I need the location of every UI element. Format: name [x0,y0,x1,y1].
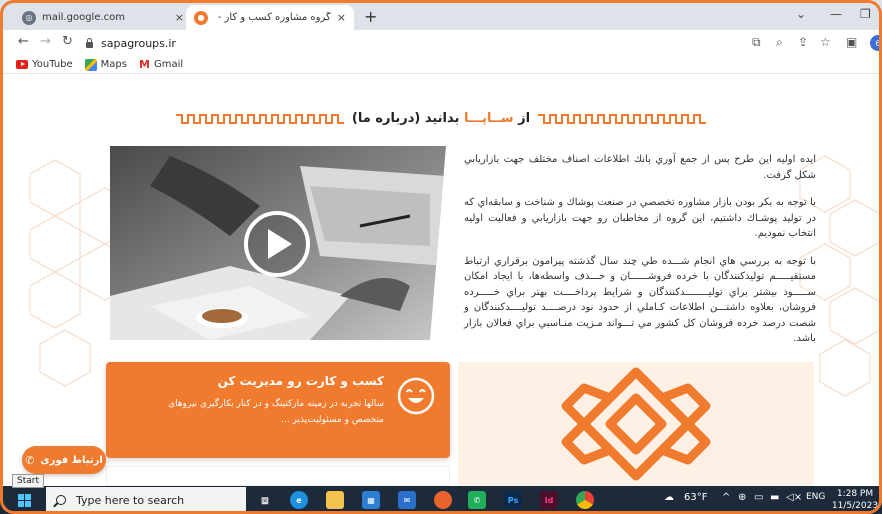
browser-toolbar: ← → ↻ sapagroups.ir ⧉ ⌕ ⇪ ☆ ▣ 6 [0,30,882,56]
web-page: از ســاپـــا بدانید (درباره ما) ايده اول… [0,74,882,486]
weather-temp[interactable]: 63°F [684,492,707,503]
tab-sapa[interactable]: ● گروه مشاوره کسب و کار - ساپـا | × [186,5,354,30]
bookmarks-bar: YouTube Maps M Gmail [0,56,882,74]
forward-icon[interactable]: → [40,34,51,49]
store-icon[interactable]: ▦ [362,491,380,509]
zigzag-decoration-left [175,114,344,124]
maps-icon [84,58,97,71]
new-tab-button[interactable]: + [364,7,377,26]
whatsapp-icon[interactable]: ✆ [468,491,486,509]
zigzag-decoration-right [538,114,707,124]
profile-avatar[interactable]: 6 [870,35,882,51]
zoom-icon[interactable]: ⌕ [776,35,783,50]
section-heading: از ســاپـــا بدانید (درباره ما) [0,106,882,130]
globe-icon: ◎ [22,10,36,25]
windows-taskbar: Type here to search ⧈ e ▦ ✉ ✆ Ps Id ☁ 63… [0,486,882,514]
endless-knot-icon [561,367,711,481]
page-title: از ســاپـــا بدانید (درباره ما) [352,111,530,126]
intro-video[interactable] [110,146,446,340]
file-explorer-icon[interactable] [326,491,344,509]
system-clock[interactable]: 1:28 PM 11/5/2023 [830,488,880,512]
weather-icon[interactable]: ☁ [664,492,674,503]
about-paragraph: با توجه به بكر بودن بازار مشاوره تخصصي د… [464,197,816,239]
bookmark-label: Gmail [153,59,184,70]
tab-strip: ◎ mail.google.com × ● گروه مشاوره کسب و … [0,0,882,30]
gmail-icon: M [139,58,150,71]
play-icon [268,229,292,259]
reload-icon[interactable]: ↻ [62,34,73,49]
address-bar[interactable]: sapagroups.ir [86,33,746,53]
about-paragraph: ايده اوليه اين طرح پس از جمع آوري بانك ا… [464,154,816,181]
sapa-favicon-icon: ● [194,10,208,25]
about-text: ايده اوليه اين طرح پس از جمع آوري بانك ا… [464,152,816,359]
tab-search-icon[interactable]: ⌄ [796,7,806,21]
card-description: سالها تجربه در زمینه مارکتینگ و در کنار … [168,399,384,425]
translate-icon[interactable]: ⧉ [752,35,761,50]
smile-eyes-icon [397,377,435,415]
start-tooltip: Start [12,474,44,488]
photoshop-icon[interactable]: Ps [504,491,522,509]
share-icon[interactable]: ⇪ [798,35,808,49]
battery-icon[interactable]: ▬ [770,492,779,503]
youtube-icon [16,60,28,69]
search-placeholder: Type here to search [76,493,185,507]
bookmark-label: Maps [100,59,127,70]
close-tab-icon[interactable]: × [175,11,184,24]
search-icon [56,495,66,505]
network-icon[interactable]: ⊕ [738,492,746,503]
about-paragraph: با توجه به بررسي هاي انجام شـــده طي چند… [464,255,816,345]
heading-suffix: بدانید (درباره ما) [351,110,464,126]
card-footer-strip [106,466,450,486]
bookmark-gmail[interactable]: M Gmail [139,58,183,71]
feature-card[interactable]: کسب و کارت رو مدیریت کن سالها تجربه در ز… [106,362,450,458]
tray-chevron-icon[interactable]: ^ [722,492,730,503]
close-tab-icon[interactable]: × [337,11,346,24]
taskbar-search-input[interactable]: Type here to search [46,487,246,513]
edge-icon[interactable]: e [290,491,308,509]
volume-icon[interactable]: ◁× [786,492,802,503]
bookmark-maps[interactable]: Maps [84,58,127,71]
indesign-icon[interactable]: Id [540,491,558,509]
bookmark-youtube[interactable]: YouTube [16,59,73,70]
card-title: کسب و کارت رو مدیریت کن [217,374,384,388]
heading-prefix: از [513,110,531,126]
heading-accent: ســاپـــا [463,110,514,126]
lock-icon [86,38,93,48]
quick-contact-button[interactable]: ارتباط فوری ✆ [22,446,106,474]
tab-gmail[interactable]: ◎ mail.google.com × [14,5,192,30]
minimize-icon[interactable]: — [830,7,842,21]
url-text: sapagroups.ir [101,36,176,50]
windows-start-icon[interactable] [18,494,31,507]
device-icon[interactable]: ▭ [754,492,763,503]
restore-icon[interactable]: ❐ [860,7,871,21]
back-icon[interactable]: ← [18,34,29,49]
task-view-icon[interactable]: ⧈ [256,491,274,509]
language-indicator[interactable]: ENG [806,492,825,502]
side-panel-icon[interactable]: ▣ [846,35,857,49]
phone-icon: ✆ [25,453,35,467]
chrome-icon[interactable] [570,491,600,514]
tab-title: mail.google.com [42,12,126,23]
play-button[interactable] [244,211,310,277]
firefox-icon[interactable] [434,491,452,509]
mail-icon[interactable]: ✉ [398,491,416,509]
clock-time: 1:28 PM [836,489,874,499]
fab-label: ارتباط فوری [40,454,103,466]
tab-title: گروه مشاوره کسب و کار - ساپـا | [214,12,331,23]
bookmark-label: YouTube [32,59,73,70]
bookmark-star-icon[interactable]: ☆ [820,35,831,49]
clock-date: 11/5/2023 [831,501,879,511]
knot-logo-block [458,362,814,486]
